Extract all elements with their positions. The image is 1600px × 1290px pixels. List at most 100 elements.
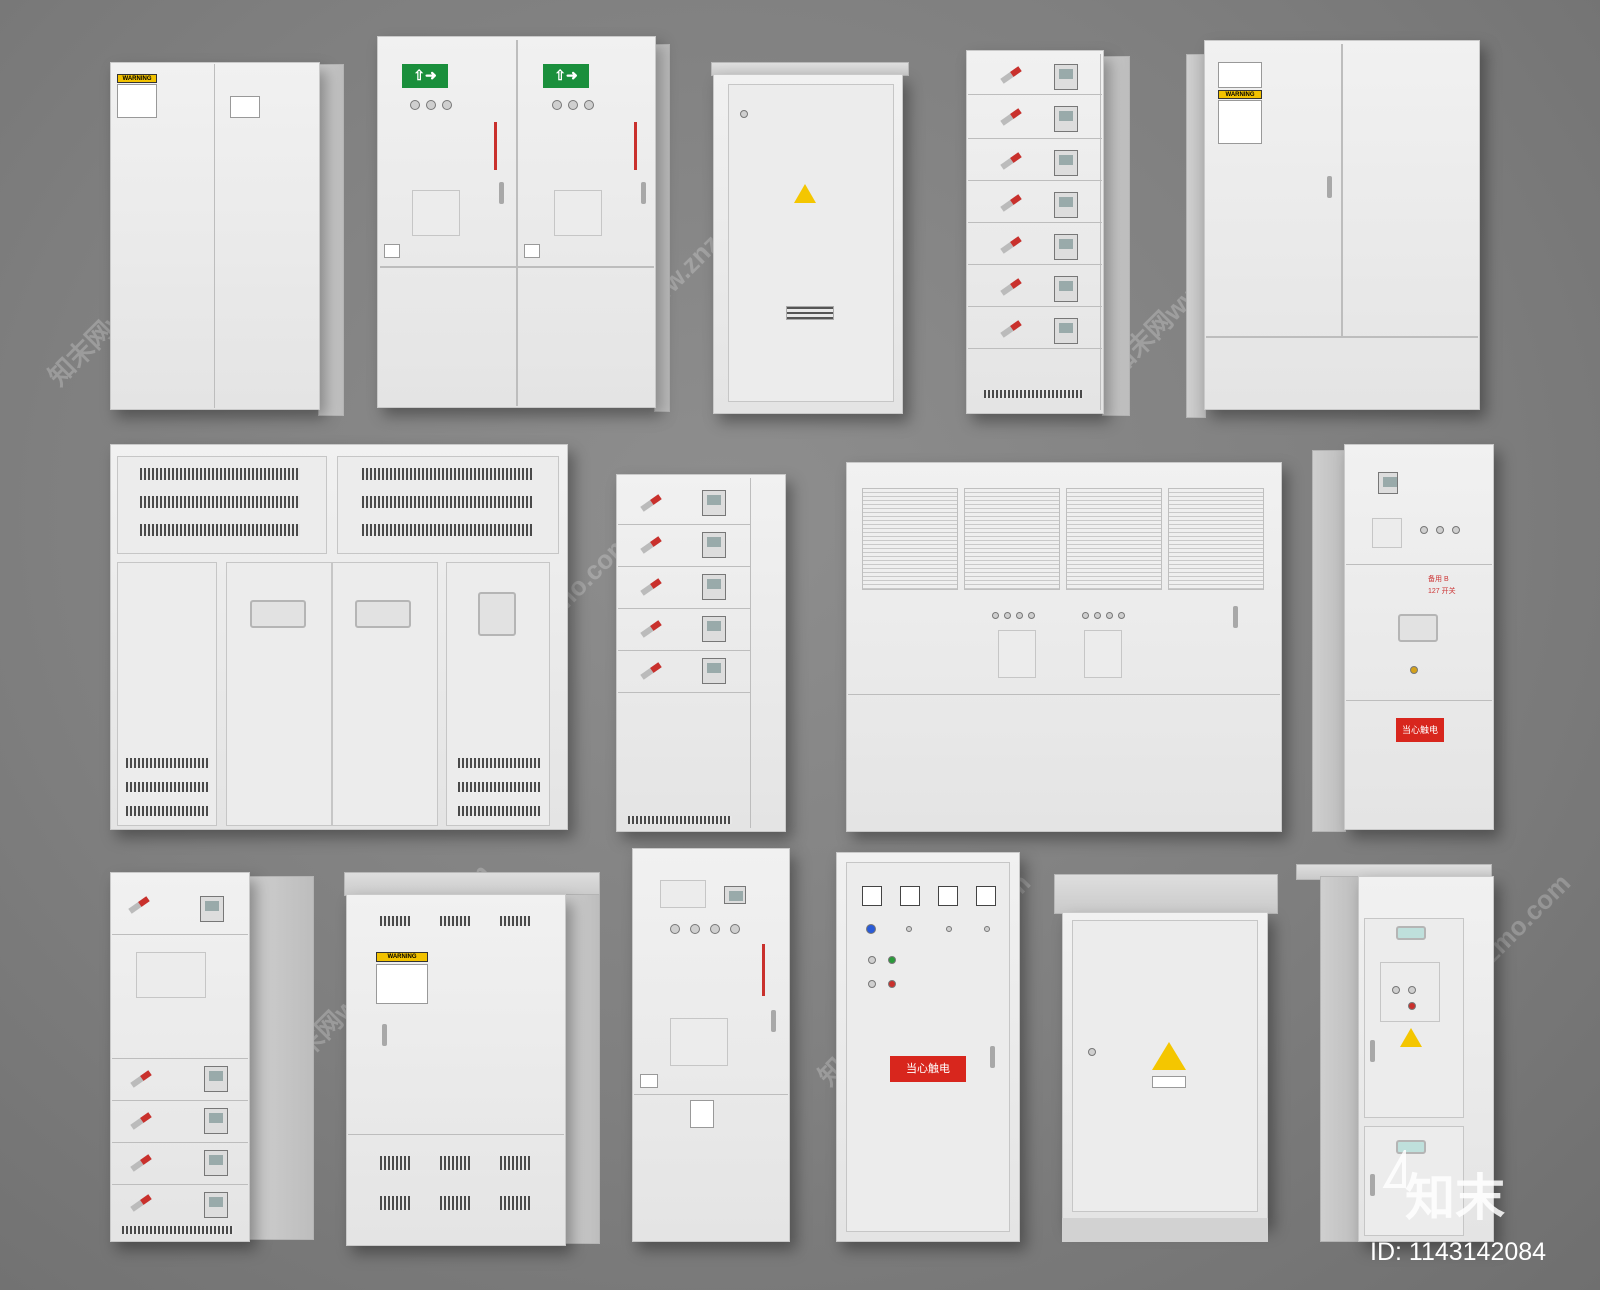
vent-grille xyxy=(140,496,300,508)
knob-icon[interactable] xyxy=(426,100,436,110)
knob-icon[interactable] xyxy=(1094,612,1101,619)
vent-grille xyxy=(440,916,470,926)
drawer-seam xyxy=(618,608,750,609)
image-id: ID: 1143142084 xyxy=(1370,1238,1547,1266)
knob-icon[interactable] xyxy=(584,100,594,110)
knob-icon[interactable] xyxy=(410,100,420,110)
button-icon[interactable] xyxy=(868,980,876,988)
door-handle[interactable] xyxy=(641,182,646,204)
door-seam xyxy=(1341,44,1343,336)
vent-grille xyxy=(440,1156,470,1170)
lock-icon[interactable] xyxy=(1088,1048,1096,1056)
knob-icon[interactable] xyxy=(730,924,740,934)
inspection-window xyxy=(1398,614,1438,642)
meter-icon xyxy=(1054,64,1078,90)
knob-icon[interactable] xyxy=(1420,526,1428,534)
breaker-window xyxy=(554,190,602,236)
knob-icon[interactable] xyxy=(710,924,720,934)
drawer-seam xyxy=(618,692,750,693)
switch-icon[interactable] xyxy=(946,926,952,932)
knob-icon[interactable] xyxy=(1082,612,1089,619)
vent-grille xyxy=(362,468,532,480)
cabinet-roof xyxy=(1054,874,1278,914)
high-voltage-icon xyxy=(794,184,816,203)
door-handle[interactable] xyxy=(382,1024,387,1046)
exit-sign-icon: ⇧➜ xyxy=(402,64,448,88)
meter-icon xyxy=(204,1150,228,1176)
meter-icon xyxy=(1054,234,1078,260)
cabinet-side xyxy=(564,894,600,1244)
high-voltage-icon xyxy=(1152,1042,1186,1070)
knob-icon[interactable] xyxy=(1452,526,1460,534)
meter-icon xyxy=(1054,192,1078,218)
cabinet-door xyxy=(846,862,1010,1232)
vent-grille xyxy=(380,1196,410,1210)
cabinet-front xyxy=(616,474,786,832)
spare-label-line2: 127 开关 xyxy=(1428,588,1456,595)
base-seam xyxy=(1206,336,1478,338)
knob-icon[interactable] xyxy=(1118,612,1125,619)
drawer-seam xyxy=(968,222,1102,223)
safety-label xyxy=(230,96,260,118)
cabinet-side xyxy=(654,44,670,412)
door-handle[interactable] xyxy=(1370,1174,1375,1196)
inspection-window xyxy=(478,592,516,636)
knob-icon[interactable] xyxy=(552,100,562,110)
stop-button-icon[interactable] xyxy=(888,980,896,988)
drawer-seam xyxy=(112,1058,248,1059)
knob-icon[interactable] xyxy=(442,100,452,110)
door-handle[interactable] xyxy=(1327,176,1332,198)
meter-icon xyxy=(1054,276,1078,302)
vent-grille xyxy=(362,496,532,508)
vent-grille xyxy=(500,1196,530,1210)
lock-icon[interactable] xyxy=(740,110,748,118)
indicator-bar xyxy=(762,944,765,996)
gauge-icon xyxy=(862,886,882,906)
drawer-seam xyxy=(968,138,1102,139)
button-icon[interactable] xyxy=(868,956,876,964)
door-handle[interactable] xyxy=(1233,606,1238,628)
vent-grille xyxy=(500,1156,530,1170)
inspection-window xyxy=(250,600,306,628)
meter-icon xyxy=(702,658,726,684)
meter-icon xyxy=(702,616,726,642)
door-handle[interactable] xyxy=(499,182,504,204)
brand-logo: 知末 xyxy=(1405,1169,1505,1227)
button-icon[interactable] xyxy=(1392,986,1400,994)
knob-icon[interactable] xyxy=(1016,612,1023,619)
knob-icon[interactable] xyxy=(992,612,999,619)
panel-seam xyxy=(1100,54,1101,410)
button-icon[interactable] xyxy=(1408,986,1416,994)
cabinet-side xyxy=(1102,56,1130,416)
switch-icon[interactable] xyxy=(906,926,912,932)
warning-label: WARNING xyxy=(376,952,428,962)
door-handle[interactable] xyxy=(990,1046,995,1068)
panel-seam xyxy=(1346,564,1492,565)
vent-grille xyxy=(126,806,208,816)
cabinet-side xyxy=(1186,54,1206,418)
indicator-icon xyxy=(1410,666,1418,674)
knob-icon[interactable] xyxy=(1028,612,1035,619)
knob-icon[interactable] xyxy=(690,924,700,934)
knob-icon[interactable] xyxy=(1106,612,1113,619)
drawer-seam xyxy=(618,566,750,567)
stop-button-icon[interactable] xyxy=(1408,1002,1416,1010)
drawer-seam xyxy=(968,348,1102,349)
cabinet-base xyxy=(1062,1218,1268,1242)
inspection-window xyxy=(1396,926,1426,940)
meter-icon xyxy=(1054,106,1078,132)
panel-seam xyxy=(516,40,518,406)
vent-grille xyxy=(122,1226,234,1234)
start-button-icon[interactable] xyxy=(888,956,896,964)
vent-grille xyxy=(458,758,540,768)
switch-icon[interactable] xyxy=(984,926,990,932)
door-handle[interactable] xyxy=(771,1010,776,1032)
drawer-seam xyxy=(618,524,750,525)
knob-icon[interactable] xyxy=(1004,612,1011,619)
knob-icon[interactable] xyxy=(670,924,680,934)
drawer-seam xyxy=(112,1184,248,1185)
door-handle[interactable] xyxy=(1370,1040,1375,1062)
knob-icon[interactable] xyxy=(1436,526,1444,534)
knob-icon[interactable] xyxy=(568,100,578,110)
vent-grille xyxy=(458,806,540,816)
